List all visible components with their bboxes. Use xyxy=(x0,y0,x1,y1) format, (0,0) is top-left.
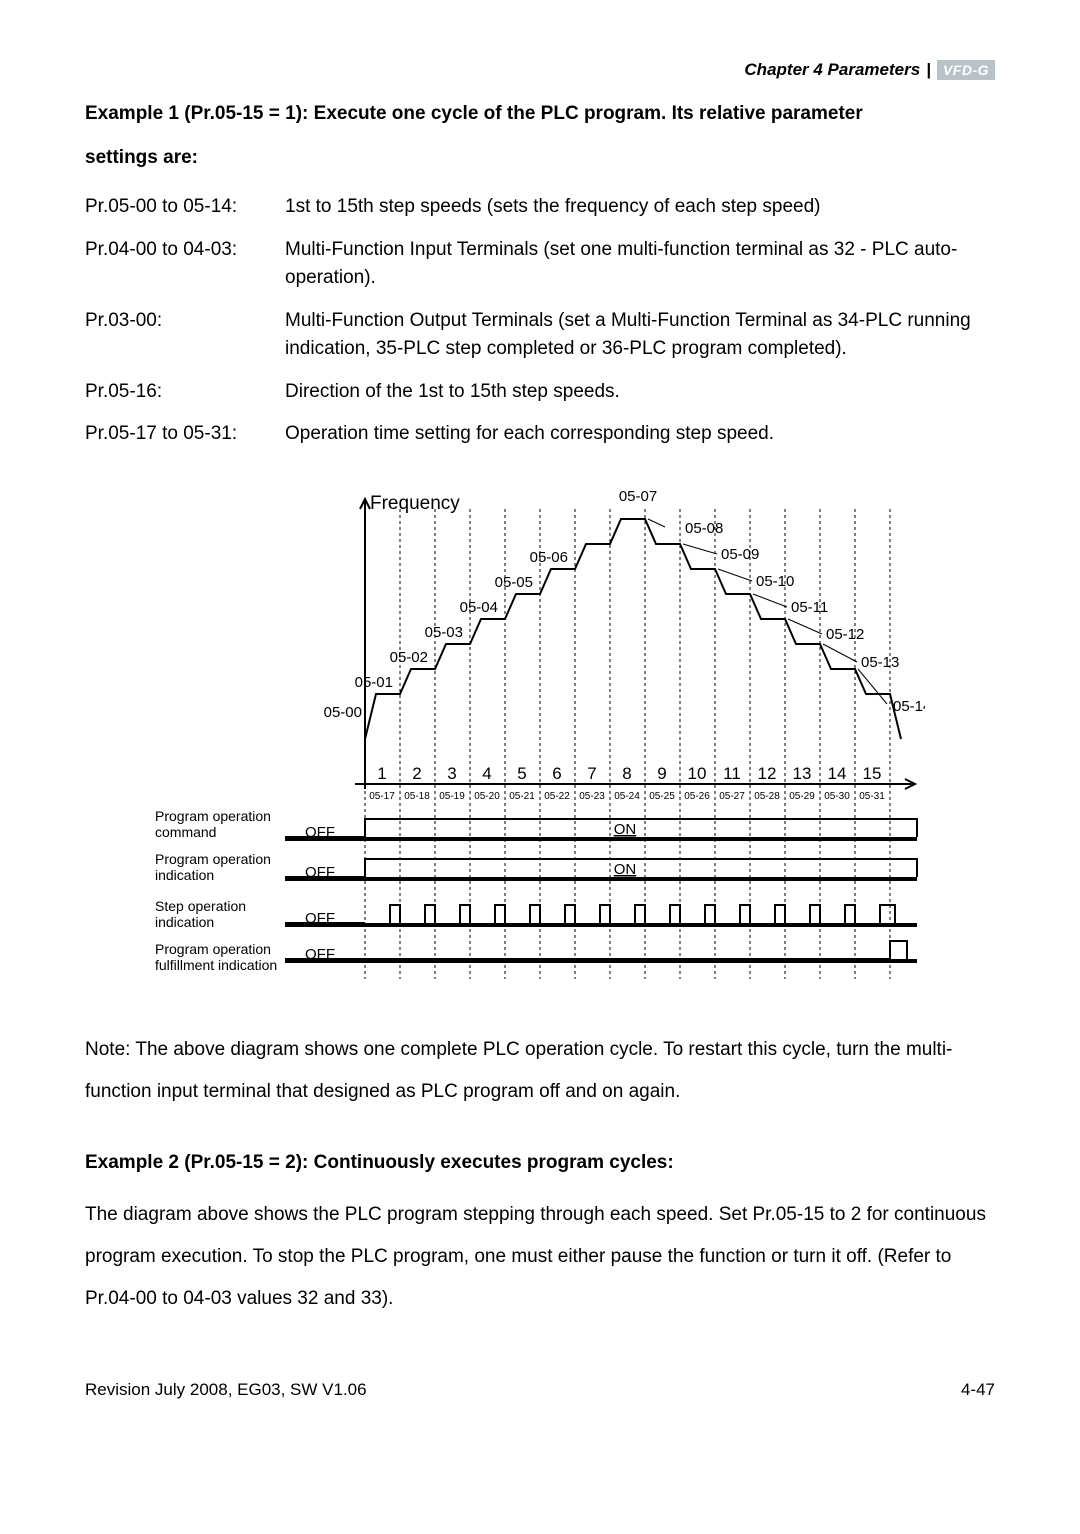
example2-body: The diagram above shows the PLC program … xyxy=(85,1194,995,1319)
row-label-step-ind-l2: indication xyxy=(155,914,214,930)
param-label: Pr.05-16: xyxy=(85,378,285,407)
param-desc: Multi-Function Input Terminals (set one … xyxy=(285,236,995,293)
param-label: Pr.04-00 to 04-03: xyxy=(85,236,285,293)
param-row: Pr.05-00 to 05-14: 1st to 15th step spee… xyxy=(85,193,995,222)
time-param: 05-28 xyxy=(754,791,780,802)
param-desc: Operation time setting for each correspo… xyxy=(285,420,995,449)
param-row: Pr.05-16: Direction of the 1st to 15th s… xyxy=(85,378,995,407)
row-label-prog-cmd-l1: Program operation xyxy=(155,808,271,824)
row-label-prog-ind-l1: Program operation xyxy=(155,851,271,867)
param-desc: 1st to 15th step speeds (sets the freque… xyxy=(285,193,995,222)
row-label-step-ind-l1: Step operation xyxy=(155,898,246,914)
page-footer: Revision July 2008, EG03, SW V1.06 4-47 xyxy=(85,1380,995,1400)
param-desc: Direction of the 1st to 15th step speeds… xyxy=(285,378,995,407)
time-param: 05-22 xyxy=(544,791,570,802)
time-param: 05-24 xyxy=(614,791,640,802)
axis-num: 2 xyxy=(412,764,421,783)
axis-num: 7 xyxy=(587,764,596,783)
time-param: 05-19 xyxy=(439,791,465,802)
time-param: 05-27 xyxy=(719,791,745,802)
time-param: 05-30 xyxy=(824,791,850,802)
example2-title: Example 2 (Pr.05-15 = 2): Continuously e… xyxy=(85,1152,995,1174)
time-param: 05-18 xyxy=(404,791,430,802)
param-row: Pr.05-17 to 05-31: Operation time settin… xyxy=(85,420,995,449)
row-label-prog-ind-l2: indication xyxy=(155,867,214,883)
step-param: 05-12 xyxy=(826,626,864,643)
example1-title: Example 1 (Pr.05-15 = 1): Execute one cy… xyxy=(85,92,995,179)
row-label-prog-cmd-l2: command xyxy=(155,824,216,840)
row-label-fulfil-l2: fulfillment indication xyxy=(155,957,277,973)
on-label: ON xyxy=(614,861,637,878)
time-param: 05-23 xyxy=(579,791,605,802)
step-param: 05-01 xyxy=(355,674,393,691)
axis-num: 5 xyxy=(517,764,526,783)
time-param: 05-26 xyxy=(684,791,710,802)
param-desc: Multi-Function Output Terminals (set a M… xyxy=(285,307,995,364)
step-param: 05-06 xyxy=(530,549,568,566)
axis-num: 13 xyxy=(793,764,812,783)
axis-num: 14 xyxy=(828,764,847,783)
axis-num: 11 xyxy=(723,764,741,783)
time-param: 05-17 xyxy=(369,791,395,802)
step-param: 05-13 xyxy=(861,654,899,671)
footer-right: 4-47 xyxy=(961,1380,995,1400)
param-label: Pr.05-00 to 05-14: xyxy=(85,193,285,222)
param-label: Pr.03-00: xyxy=(85,307,285,364)
time-param: 05-31 xyxy=(859,791,885,802)
time-param: 05-29 xyxy=(789,791,815,802)
axis-num: 9 xyxy=(657,764,666,783)
step-param: 05-08 xyxy=(685,520,723,537)
chapter-label: Chapter 4 Parameters xyxy=(744,60,920,80)
plc-cycle-diagram: Frequency 05-00 05-01 05-02 05-03 05-04 … xyxy=(85,479,995,989)
time-param: 05-21 xyxy=(509,791,535,802)
axis-num: 6 xyxy=(552,764,561,783)
example1-title-line2: settings are: xyxy=(85,136,995,180)
param-label: Pr.05-17 to 05-31: xyxy=(85,420,285,449)
product-badge: VFD-G xyxy=(937,60,995,80)
axis-num: 4 xyxy=(482,764,491,783)
example1-title-line1: Example 1 (Pr.05-15 = 1): Execute one cy… xyxy=(85,92,995,136)
step-param: 05-05 xyxy=(495,574,533,591)
time-param: 05-25 xyxy=(649,791,675,802)
step-param: 05-02 xyxy=(390,649,428,666)
param-row: Pr.04-00 to 04-03: Multi-Function Input … xyxy=(85,236,995,293)
header-separator: | xyxy=(926,60,931,80)
on-label: ON xyxy=(614,821,637,838)
axis-num: 3 xyxy=(447,764,456,783)
axis-num: 10 xyxy=(688,764,707,783)
row-label-fulfil-l1: Program operation xyxy=(155,941,271,957)
footer-left: Revision July 2008, EG03, SW V1.06 xyxy=(85,1380,367,1400)
step-param: 05-07 xyxy=(619,488,657,505)
step-param: 05-03 xyxy=(425,624,463,641)
step-param: 05-11 xyxy=(791,599,828,616)
frequency-label: Frequency xyxy=(370,493,460,514)
axis-num: 12 xyxy=(758,764,777,783)
step-param: 05-04 xyxy=(460,599,498,616)
axis-num: 15 xyxy=(863,764,882,783)
plc-diagram-svg: Frequency 05-00 05-01 05-02 05-03 05-04 … xyxy=(155,479,925,989)
step-param: 05-10 xyxy=(756,573,794,590)
time-param: 05-20 xyxy=(474,791,500,802)
axis-num: 1 xyxy=(377,764,386,783)
note-text: Note: The above diagram shows one comple… xyxy=(85,1029,995,1113)
step-param: 05-09 xyxy=(721,546,759,563)
param-row: Pr.03-00: Multi-Function Output Terminal… xyxy=(85,307,995,364)
step-param: 05-00 xyxy=(324,704,362,721)
step-param: 05-14 xyxy=(893,698,925,715)
axis-num: 8 xyxy=(622,764,631,783)
page-header: Chapter 4 Parameters | VFD-G xyxy=(85,60,995,80)
